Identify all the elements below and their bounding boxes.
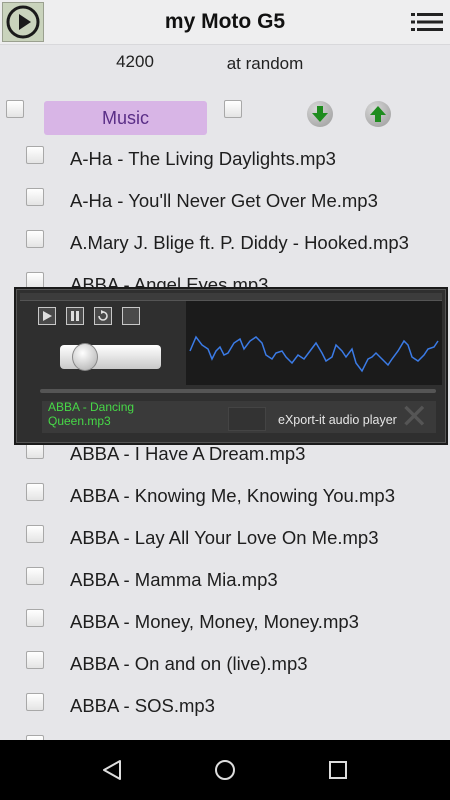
move-down-button[interactable] xyxy=(307,101,333,127)
back-icon[interactable] xyxy=(100,758,124,782)
move-up-button[interactable] xyxy=(365,101,391,127)
list-item[interactable]: ABBA - Mamma Mia.mp3 xyxy=(0,564,450,606)
list-item[interactable]: A-Ha - You'll Never Get Over Me.mp3 xyxy=(0,185,450,227)
list-item[interactable]: ABBA - Lay All Your Love On Me.mp3 xyxy=(0,522,450,564)
play-button[interactable] xyxy=(38,307,56,325)
list-item[interactable]: ABBA - Money, Money, Money.mp3 xyxy=(0,606,450,648)
track-title: A-Ha - The Living Daylights.mp3 xyxy=(70,148,336,169)
replay-icon xyxy=(98,310,108,321)
list-item[interactable]: ABBA - On and on (live).mp3 xyxy=(0,648,450,690)
list-item[interactable]: A.Mary J. Blige ft. P. Diddy - Hooked.mp… xyxy=(0,227,450,269)
player-top-strip xyxy=(20,293,442,301)
stop-button[interactable] xyxy=(122,307,140,325)
waveform-graph xyxy=(189,335,439,373)
track-title: ABBA - I Have A Dream.mp3 xyxy=(70,443,306,464)
track-count: 4200 xyxy=(116,52,154,71)
pause-icon xyxy=(71,311,79,321)
track-title: A.Mary J. Blige ft. P. Diddy - Hooked.mp… xyxy=(70,232,409,253)
replay-button[interactable] xyxy=(94,307,112,325)
player-brand: eXport-it audio player xyxy=(278,413,397,427)
volume-slider-knob[interactable] xyxy=(72,343,98,371)
list-item[interactable] xyxy=(0,732,450,740)
list-item[interactable]: ABBA - Knowing Me, Knowing You.mp3 xyxy=(0,480,450,522)
audio-player: ABBA - Dancing Queen.mp3 eXport-it audio… xyxy=(14,287,448,445)
track-checkbox[interactable] xyxy=(26,483,44,501)
track-title: ABBA - On and on (live).mp3 xyxy=(70,653,308,674)
track-checkbox[interactable] xyxy=(26,693,44,711)
arrow-down-icon xyxy=(312,106,328,122)
track-checkbox[interactable] xyxy=(26,609,44,627)
progress-track[interactable] xyxy=(40,389,436,393)
random-label: at random xyxy=(226,54,304,73)
close-icon[interactable]: ✕ xyxy=(400,400,429,434)
home-icon[interactable] xyxy=(213,758,237,782)
track-title: ABBA - Money, Money, Money.mp3 xyxy=(70,611,359,632)
track-checkbox[interactable] xyxy=(26,525,44,543)
menu-icon[interactable] xyxy=(411,12,443,32)
track-checkbox[interactable] xyxy=(26,651,44,669)
app-title: my Moto G5 xyxy=(164,10,286,33)
recents-icon[interactable] xyxy=(326,758,350,782)
track-title: ABBA - Lay All Your Love On Me.mp3 xyxy=(70,527,379,548)
random-checkbox[interactable] xyxy=(224,100,242,118)
list-item[interactable]: A-Ha - The Living Daylights.mp3 xyxy=(0,143,450,185)
pause-button[interactable] xyxy=(66,307,84,325)
track-title: ABBA - Mamma Mia.mp3 xyxy=(70,569,278,590)
play-icon xyxy=(43,311,52,321)
music-button[interactable]: Music xyxy=(44,101,207,135)
select-all-checkbox[interactable] xyxy=(6,100,24,118)
track-checkbox[interactable] xyxy=(26,230,44,248)
track-title: ABBA - Knowing Me, Knowing You.mp3 xyxy=(70,485,395,506)
track-checkbox[interactable] xyxy=(26,188,44,206)
system-nav-bar xyxy=(0,740,450,800)
waveform-display xyxy=(186,301,442,385)
arrow-up-icon xyxy=(370,106,386,122)
track-checkbox[interactable] xyxy=(26,567,44,585)
player-button-slot[interactable] xyxy=(228,407,266,431)
list-item[interactable]: ABBA - SOS.mp3 xyxy=(0,690,450,732)
track-title: ABBA - SOS.mp3 xyxy=(70,695,215,716)
top-bar: my Moto G5 xyxy=(0,0,450,45)
track-checkbox[interactable] xyxy=(26,146,44,164)
track-title: A-Ha - You'll Never Get Over Me.mp3 xyxy=(70,190,378,211)
now-playing-title: ABBA - Dancing Queen.mp3 xyxy=(48,400,135,428)
